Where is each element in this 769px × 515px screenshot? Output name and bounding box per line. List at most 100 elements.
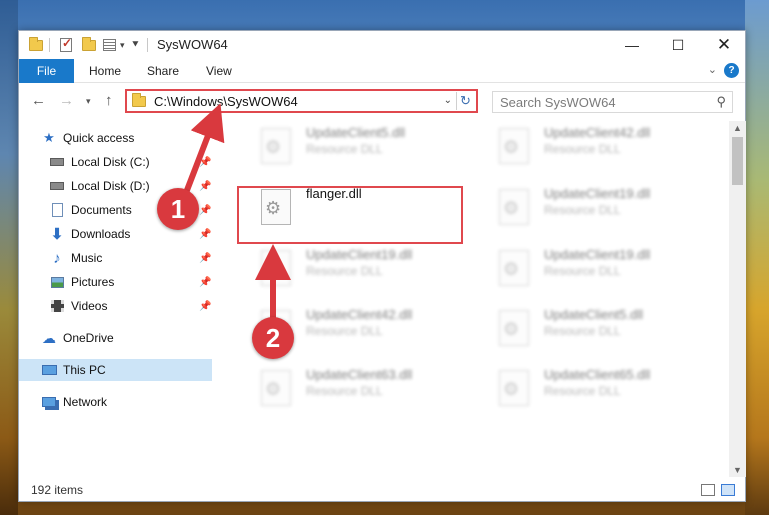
recent-locations-icon[interactable]: ▾	[86, 96, 91, 107]
dll-file-icon	[499, 250, 529, 286]
download-icon: ⬇	[50, 226, 64, 243]
address-path: C:\Windows\SysWOW64	[154, 93, 298, 109]
sidebar-item-label: Music	[71, 251, 103, 265]
properties-check-icon[interactable]	[60, 36, 72, 54]
file-name: UpdateClient19.dll	[306, 247, 413, 262]
sidebar-item-label: This PC	[63, 363, 106, 377]
scroll-down-icon[interactable]: ▼	[733, 465, 742, 475]
file-type: Resource DLL	[544, 324, 621, 338]
sidebar-item-label: Downloads	[71, 227, 131, 241]
minimize-button[interactable]: —	[609, 31, 655, 59]
ribbon-tabs: File Home Share View ⌄ ?	[19, 59, 745, 83]
sidebar-item-onedrive[interactable]: ☁ OneDrive	[19, 327, 212, 349]
file-type: Resource DLL	[544, 142, 621, 156]
back-arrow-icon[interactable]: ←	[31, 92, 46, 109]
scrollbar-thumb[interactable]	[732, 137, 743, 185]
chevron-down-icon[interactable]: ⯆	[131, 36, 140, 54]
file-type: Resource DLL	[544, 264, 621, 278]
file-item[interactable]: UpdateClient5.dll Resource DLL	[234, 123, 454, 171]
star-icon: ★	[43, 130, 55, 145]
pin-icon: 📌	[199, 204, 212, 216]
sidebar-item-network[interactable]: Network	[19, 391, 212, 413]
computer-icon	[41, 362, 57, 378]
pin-icon: 📌	[199, 156, 212, 168]
new-folder-icon[interactable]	[82, 36, 96, 54]
address-bar[interactable]: C:\Windows\SysWOW64 ⌄ ↻	[125, 89, 478, 113]
file-explorer-window: ▾ ⯆ SysWOW64 — ☐ ✕ File Home Share View …	[18, 30, 746, 502]
file-item[interactable]: UpdateClient42.dll Resource DLL	[472, 123, 692, 171]
dll-file-icon	[499, 310, 529, 346]
close-button[interactable]: ✕	[701, 31, 747, 59]
search-icon[interactable]: ⚲	[716, 94, 726, 110]
file-name: UpdateClient19.dll	[544, 247, 651, 262]
refresh-icon[interactable]: ↻	[456, 92, 474, 110]
scroll-up-icon[interactable]: ▲	[733, 123, 742, 133]
expand-ribbon-icon[interactable]: ⌄	[708, 63, 717, 76]
dll-file-icon	[261, 128, 291, 164]
desktop-wallpaper-left	[0, 0, 18, 515]
title-separator	[147, 36, 148, 54]
pin-icon: 📌	[199, 228, 212, 240]
tab-share[interactable]: Share	[147, 59, 179, 83]
tab-file[interactable]: File	[19, 59, 74, 83]
folder-icon	[29, 36, 43, 54]
file-type: Resource DLL	[544, 203, 621, 217]
title-bar: ▾ ⯆ SysWOW64 — ☐ ✕	[19, 31, 745, 59]
window-title: SysWOW64	[157, 37, 228, 52]
sidebar-item-videos[interactable]: Videos 📌	[19, 295, 212, 317]
dll-file-icon	[499, 370, 529, 406]
address-dropdown-icon[interactable]: ⌄	[444, 95, 452, 106]
documents-icon	[49, 202, 65, 218]
file-type: Resource DLL	[306, 264, 383, 278]
desktop-wallpaper-right	[745, 0, 769, 515]
file-item[interactable]: UpdateClient19.dll Resource DLL	[472, 184, 692, 232]
help-icon[interactable]: ?	[724, 63, 739, 78]
maximize-button[interactable]: ☐	[655, 31, 701, 59]
sidebar-item-label: Pictures	[71, 275, 115, 289]
file-list: UpdateClient5.dll Resource DLL UpdateCli…	[214, 121, 729, 477]
dll-file-icon	[499, 128, 529, 164]
item-count: 192 items	[31, 483, 84, 497]
file-name: UpdateClient65.dll	[544, 367, 651, 382]
file-item[interactable]: UpdateClient19.dll Resource DLL	[472, 245, 692, 293]
highlight-box	[237, 186, 463, 244]
file-item[interactable]: UpdateClient63.dll Resource DLL	[234, 365, 454, 413]
details-view-icon[interactable]	[701, 484, 715, 496]
videos-icon	[49, 298, 65, 314]
tab-home[interactable]: Home	[89, 59, 121, 83]
pin-icon: 📌	[199, 180, 212, 192]
sidebar-item-local-disk-c[interactable]: Local Disk (C:) 📌	[19, 151, 212, 173]
sidebar-item-this-pc[interactable]: This PC	[19, 359, 212, 381]
sidebar-item-label: OneDrive	[63, 331, 114, 345]
pin-icon: 📌	[199, 276, 212, 288]
file-type: Resource DLL	[306, 142, 383, 156]
toolbar-separator	[49, 36, 50, 54]
properties-icon[interactable]	[103, 36, 116, 54]
sidebar-item-label: Documents	[71, 203, 132, 217]
pin-icon: 📌	[199, 300, 212, 312]
customize-toolbar-dropdown-icon[interactable]: ▾	[120, 36, 125, 54]
sidebar-item-pictures[interactable]: Pictures 📌	[19, 271, 212, 293]
pin-icon: 📌	[199, 252, 212, 264]
vertical-scrollbar[interactable]: ▲ ▼	[729, 121, 746, 477]
file-item[interactable]: UpdateClient5.dll Resource DLL	[472, 305, 692, 353]
file-item[interactable]: UpdateClient65.dll Resource DLL	[472, 365, 692, 413]
forward-arrow-icon[interactable]: →	[59, 92, 74, 109]
search-input[interactable]	[500, 94, 700, 110]
search-box: ⚲	[492, 91, 733, 113]
file-type: Resource DLL	[306, 324, 383, 338]
sidebar-item-quick-access[interactable]: ★ Quick access	[19, 127, 212, 149]
file-name: UpdateClient5.dll	[544, 307, 644, 322]
file-type: Resource DLL	[544, 384, 621, 398]
step-1-badge: 1	[157, 188, 199, 230]
large-icons-view-icon[interactable]	[721, 484, 735, 496]
network-icon	[41, 394, 57, 410]
up-arrow-icon[interactable]: ↑	[105, 92, 113, 109]
sidebar-item-label: Local Disk (C:)	[71, 155, 150, 169]
sidebar-item-music[interactable]: ♪ Music 📌	[19, 247, 212, 269]
dll-file-icon	[261, 250, 291, 286]
file-item[interactable]: UpdateClient19.dll Resource DLL	[234, 245, 454, 293]
drive-icon	[49, 154, 65, 170]
tab-view[interactable]: View	[206, 59, 232, 83]
music-icon: ♪	[53, 249, 61, 267]
